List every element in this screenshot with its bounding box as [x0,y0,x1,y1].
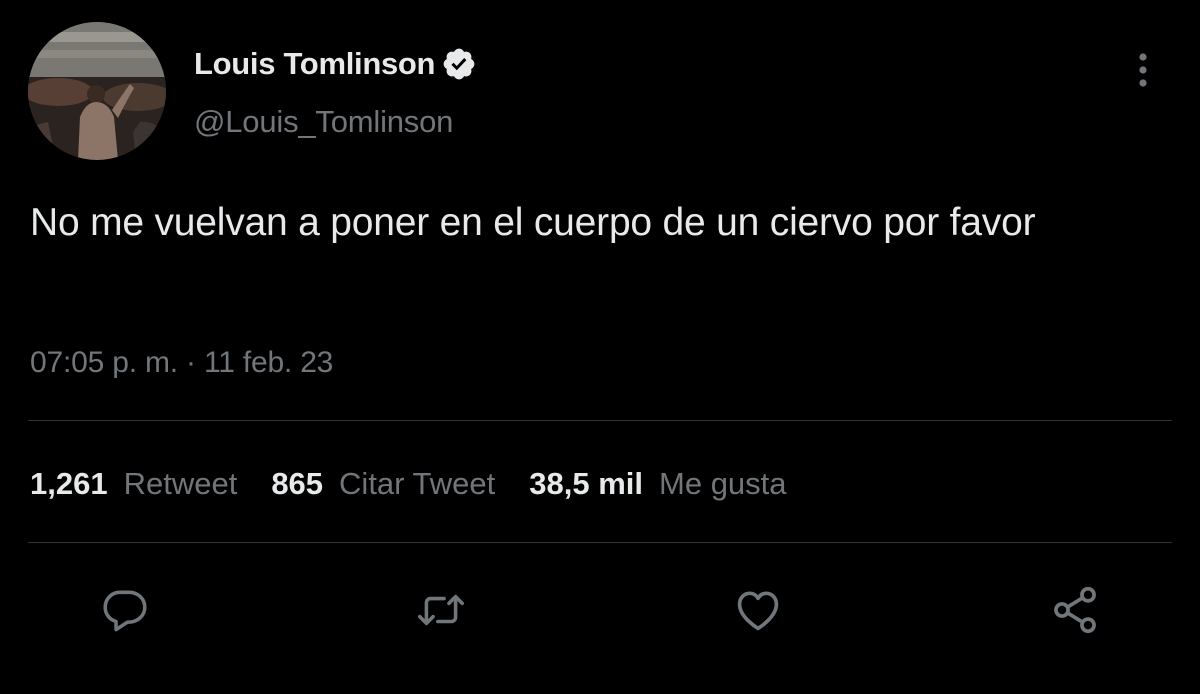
like-button[interactable] [730,582,786,638]
reply-button[interactable] [97,582,153,638]
tweet-detail: Louis Tomlinson @Louis_Tomlinson No me v… [0,0,1200,694]
heart-icon [737,591,779,631]
tweet-text: No me vuelvan a poner en el cuerpo de un… [30,201,1036,244]
retweet-icon [417,594,465,626]
user-handle[interactable]: @Louis_Tomlinson [194,104,453,140]
author-name-row: Louis Tomlinson [194,44,477,84]
like-label: Me gusta [659,466,787,501]
like-count: 38,5 mil [529,466,644,501]
retweet-label: Retweet [123,466,238,501]
display-name[interactable]: Louis Tomlinson [194,46,435,82]
avatar[interactable] [28,22,166,160]
retweet-stat[interactable]: 1,261 Retweet [30,466,237,502]
retweet-count: 1,261 [30,466,108,501]
engagement-stats: 1,261 Retweet 865 Citar Tweet 38,5 mil M… [30,462,821,506]
quote-label: Citar Tweet [339,466,496,501]
retweet-button[interactable] [413,582,469,638]
divider [28,542,1172,543]
like-stat[interactable]: 38,5 mil Me gusta [529,466,786,502]
quote-count: 865 [271,466,324,501]
more-vertical-icon[interactable] [1128,50,1158,90]
tweet-timestamp[interactable]: 07:05 p. m. · 11 feb. 23 [30,346,333,380]
share-icon [1054,586,1096,634]
verified-badge-icon [441,46,477,82]
reply-icon [103,590,147,632]
share-button[interactable] [1047,582,1103,638]
avatar-photo [28,22,166,160]
divider [28,420,1172,421]
quote-stat[interactable]: 865 Citar Tweet [271,466,495,502]
